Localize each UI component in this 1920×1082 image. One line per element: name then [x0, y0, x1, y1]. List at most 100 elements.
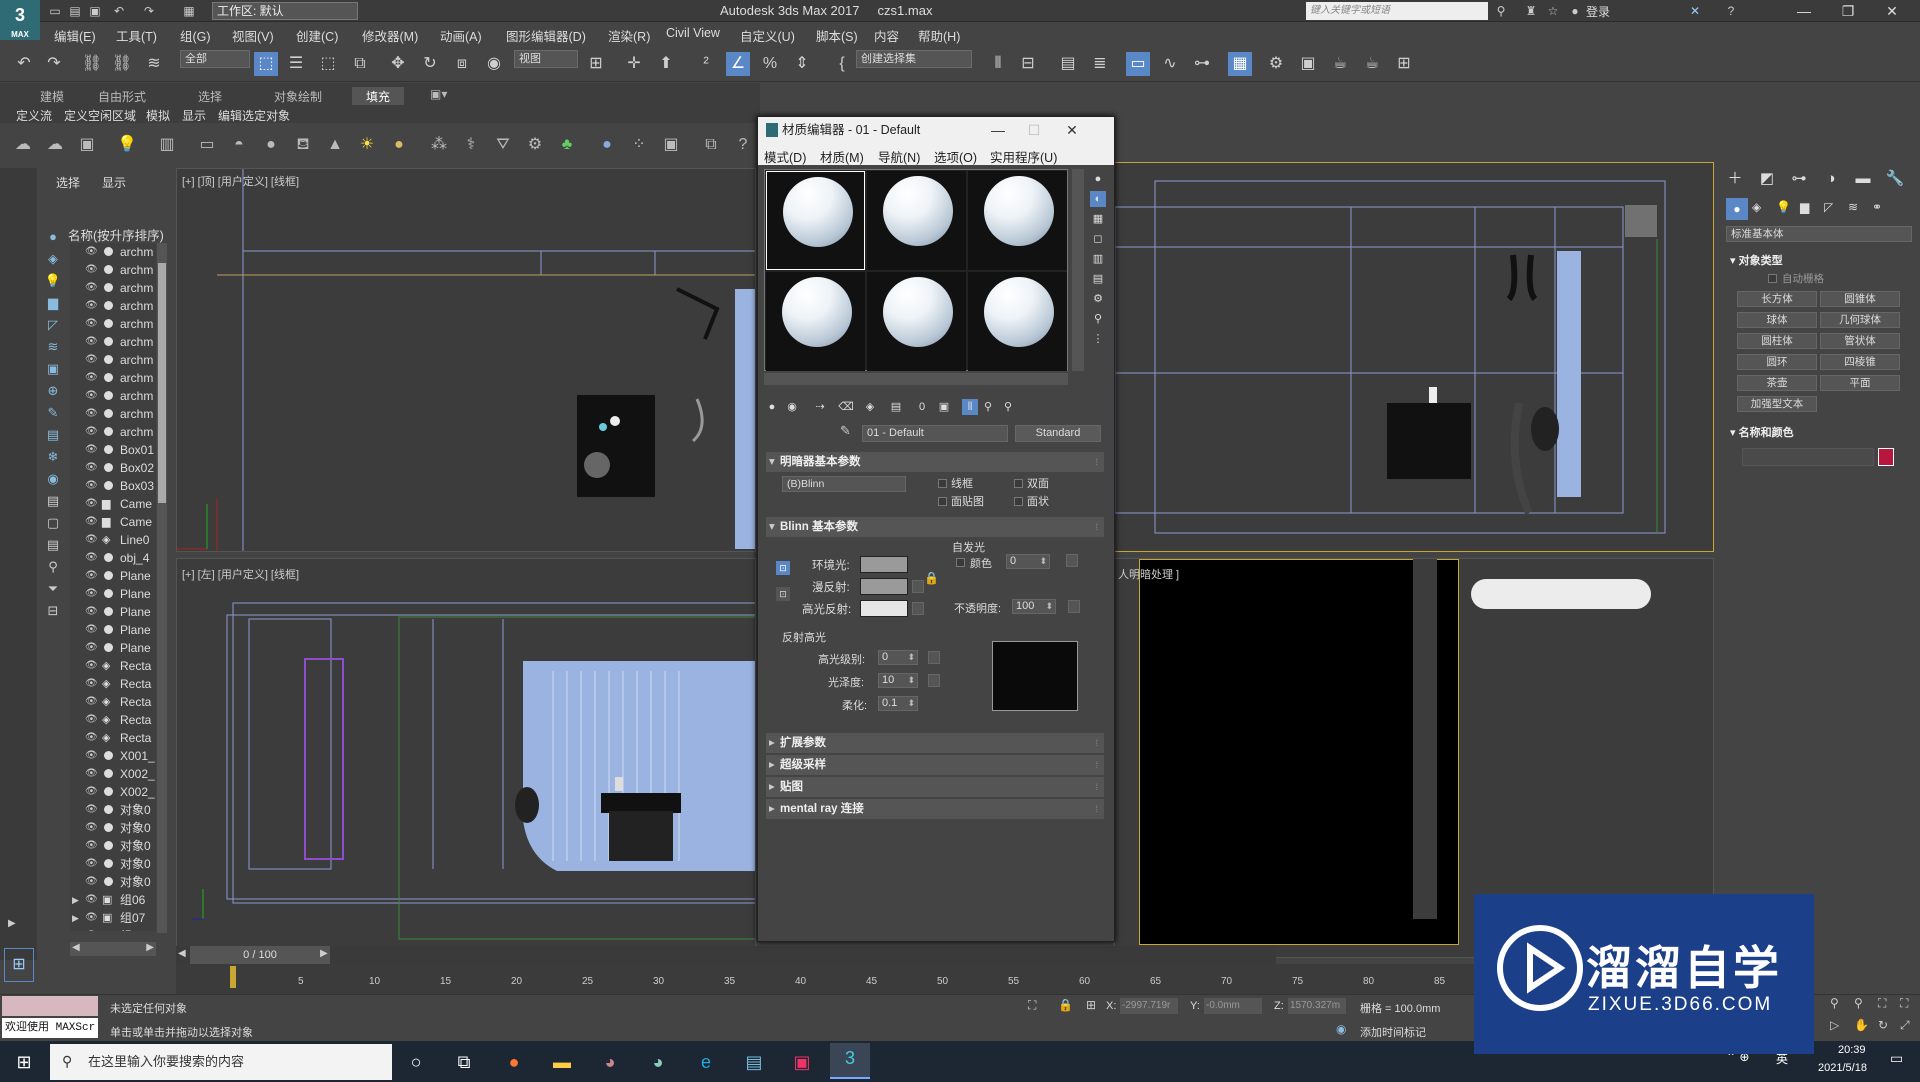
helpers-category-icon[interactable]: ◸ [1824, 200, 1833, 214]
sample-slot-2[interactable] [867, 171, 966, 270]
visibility-eye-icon[interactable]: 👁 [85, 459, 98, 477]
background-icon[interactable]: ▦ [1090, 211, 1106, 227]
rendered-frame-icon[interactable]: ▣ [1296, 52, 1320, 76]
explorer-row[interactable]: 👁 archm [70, 405, 156, 423]
sample-slot-6[interactable] [968, 272, 1067, 371]
visibility-eye-icon[interactable]: 👁 [85, 549, 98, 567]
zoom-extents-icon[interactable]: ⛶ [1878, 996, 1886, 1011]
face-map-checkbox[interactable] [938, 497, 947, 506]
menu-help[interactable]: 帮助(H) [918, 26, 960, 45]
render-to-texture-icon[interactable]: ▣ [660, 134, 682, 156]
explorer-row[interactable]: 👁 X002_ [70, 765, 156, 783]
me-maximize-button[interactable]: ☐ [1016, 117, 1052, 143]
explorer-row[interactable]: 👁 ▆ Came [70, 513, 156, 531]
visibility-eye-icon[interactable]: 👁 [85, 279, 98, 297]
maximize-viewport-icon[interactable]: ⤢ [1900, 1018, 1910, 1033]
expand-arrow-icon[interactable]: ▶ [72, 891, 79, 909]
list-none-icon[interactable]: ▢ [42, 512, 64, 534]
explorer-row[interactable]: 👁 Box01 [70, 441, 156, 459]
binoculars-icon[interactable]: ⚲ [1492, 2, 1510, 20]
frozen-filter-icon[interactable]: ❄ [42, 446, 64, 468]
expand-toggle-icon[interactable]: ▶ [8, 918, 28, 934]
me-menu-mode[interactable]: 模式(D) [764, 147, 806, 166]
explorer-row[interactable]: ▶ 👁 ▣ 组06 [70, 891, 156, 909]
link-icon[interactable]: ⛓ [80, 52, 104, 76]
extended-params-rollout[interactable]: 扩展参数⁞ [766, 733, 1104, 753]
favorites-icon[interactable]: ☆ [1544, 2, 1562, 20]
explorer-row[interactable]: 👁 archm [70, 279, 156, 297]
autogrid-checkbox[interactable] [1768, 274, 1777, 283]
explorer-row[interactable]: 👁 archm [70, 369, 156, 387]
cone-button[interactable]: 圆锥体 [1820, 291, 1900, 307]
menu-graph-editors[interactable]: 图形编辑器(D) [506, 26, 586, 45]
menu-animation[interactable]: 动画(A) [440, 26, 482, 45]
self-illum-map-button[interactable] [1066, 554, 1078, 567]
menu-edit[interactable]: 编辑(E) [54, 26, 96, 45]
orbit-icon[interactable]: ↻ [1878, 1018, 1888, 1032]
menu-content[interactable]: 内容 [874, 26, 899, 45]
explorer-row[interactable]: 👁 对象0 [70, 837, 156, 855]
me-menu-navigation[interactable]: 导航(N) [878, 147, 920, 166]
curve-editor-icon[interactable]: ∿ [1158, 52, 1182, 76]
material-map-icon[interactable]: ⁘ [628, 134, 650, 156]
object-name-field[interactable] [1742, 448, 1874, 466]
visibility-eye-icon[interactable]: 👁 [85, 639, 98, 657]
explorer-row[interactable]: 👁 archm [70, 351, 156, 369]
me-minimize-button[interactable]: — [980, 117, 1016, 143]
ambient-diffuse-link-icon[interactable]: ⊡ [776, 587, 790, 601]
explorer-row[interactable]: 👁 对象0 [70, 801, 156, 819]
hemisphere-icon[interactable]: ◓ [228, 134, 250, 156]
visibility-eye-icon[interactable]: 👁 [85, 351, 98, 369]
me-menu-options[interactable]: 选项(O) [934, 147, 977, 166]
material-navigator-icon[interactable]: ⋮ [1090, 331, 1106, 347]
mental-ray-rollout[interactable]: mental ray 连接⁞ [766, 799, 1104, 819]
fov-icon[interactable]: ▷ [1830, 1018, 1839, 1032]
spacewarps-category-icon[interactable]: ≋ [1848, 200, 1858, 214]
opacity-map-button[interactable] [1068, 600, 1080, 613]
save-icon[interactable]: ▣ [86, 2, 104, 20]
explorer-row[interactable]: 👁 archm [70, 315, 156, 333]
redo-icon[interactable]: ↷ [42, 52, 66, 76]
diffuse-swatch[interactable] [860, 578, 908, 595]
visibility-eye-icon[interactable]: 👁 [85, 747, 98, 765]
shader-basic-rollout[interactable]: 明暗器基本参数⁞ [766, 452, 1104, 472]
user-icon[interactable]: ● [1566, 2, 1584, 20]
align-icon[interactable]: ⊟ [1016, 52, 1040, 76]
isolate-icon[interactable]: ⛶ [1028, 998, 1036, 1013]
menu-customize[interactable]: 自定义(U) [740, 26, 795, 45]
mirror-icon[interactable]: ⫴ [986, 52, 1010, 76]
shapes-category-icon[interactable]: ◈ [1752, 200, 1761, 214]
tube-button[interactable]: 管状体 [1820, 333, 1900, 349]
slots-vscrollbar[interactable] [1072, 169, 1084, 371]
sample-slot-1[interactable] [766, 171, 865, 270]
explorer-hscrollbar[interactable]: ◀ ▶ [70, 942, 156, 956]
app-icon-2[interactable]: ◕ [638, 1047, 678, 1077]
visibility-eye-icon[interactable]: 👁 [85, 585, 98, 603]
explorer-row[interactable]: 👁 Plane [70, 621, 156, 639]
create-tab-icon[interactable]: ＋ [1724, 168, 1746, 190]
xref-filter-icon[interactable]: ⊕ [42, 380, 64, 402]
gear-icon[interactable]: ⚙ [524, 134, 546, 156]
minimize-button[interactable]: — [1784, 0, 1824, 22]
maps-rollout[interactable]: 贴图⁞ [766, 777, 1104, 797]
explorer-row[interactable]: 👁 archm [70, 261, 156, 279]
visibility-eye-icon[interactable]: 👁 [85, 477, 98, 495]
visibility-eye-icon[interactable]: 👁 [85, 387, 98, 405]
lights-category-icon[interactable]: 💡 [1776, 200, 1791, 214]
box-button[interactable]: 长方体 [1737, 291, 1817, 307]
material-id-icon[interactable]: 0 [914, 399, 930, 415]
schematic-view-icon[interactable]: ⊶ [1190, 52, 1214, 76]
light-filter-icon[interactable]: 💡 [42, 270, 64, 292]
put-to-library-icon[interactable]: ▤ [888, 399, 904, 415]
teapot-button[interactable]: 茶壶 [1737, 375, 1817, 391]
camera-icon[interactable]: ▥ [156, 134, 178, 156]
diffuse-map-button[interactable] [912, 580, 924, 593]
visibility-eye-icon[interactable]: 👁 [85, 909, 98, 927]
sphere-button[interactable]: 球体 [1737, 312, 1817, 328]
explorer-row[interactable]: 👁 obj_4 [70, 549, 156, 567]
ribbon-tab-populate[interactable]: 填充 [352, 87, 405, 106]
sync-selection-icon[interactable]: ⚲ [42, 556, 64, 578]
dynamics-icon[interactable]: ⚕ [460, 134, 482, 156]
explorer-row[interactable]: 👁 Box03 [70, 477, 156, 495]
help-icon[interactable]: ? [732, 134, 754, 156]
